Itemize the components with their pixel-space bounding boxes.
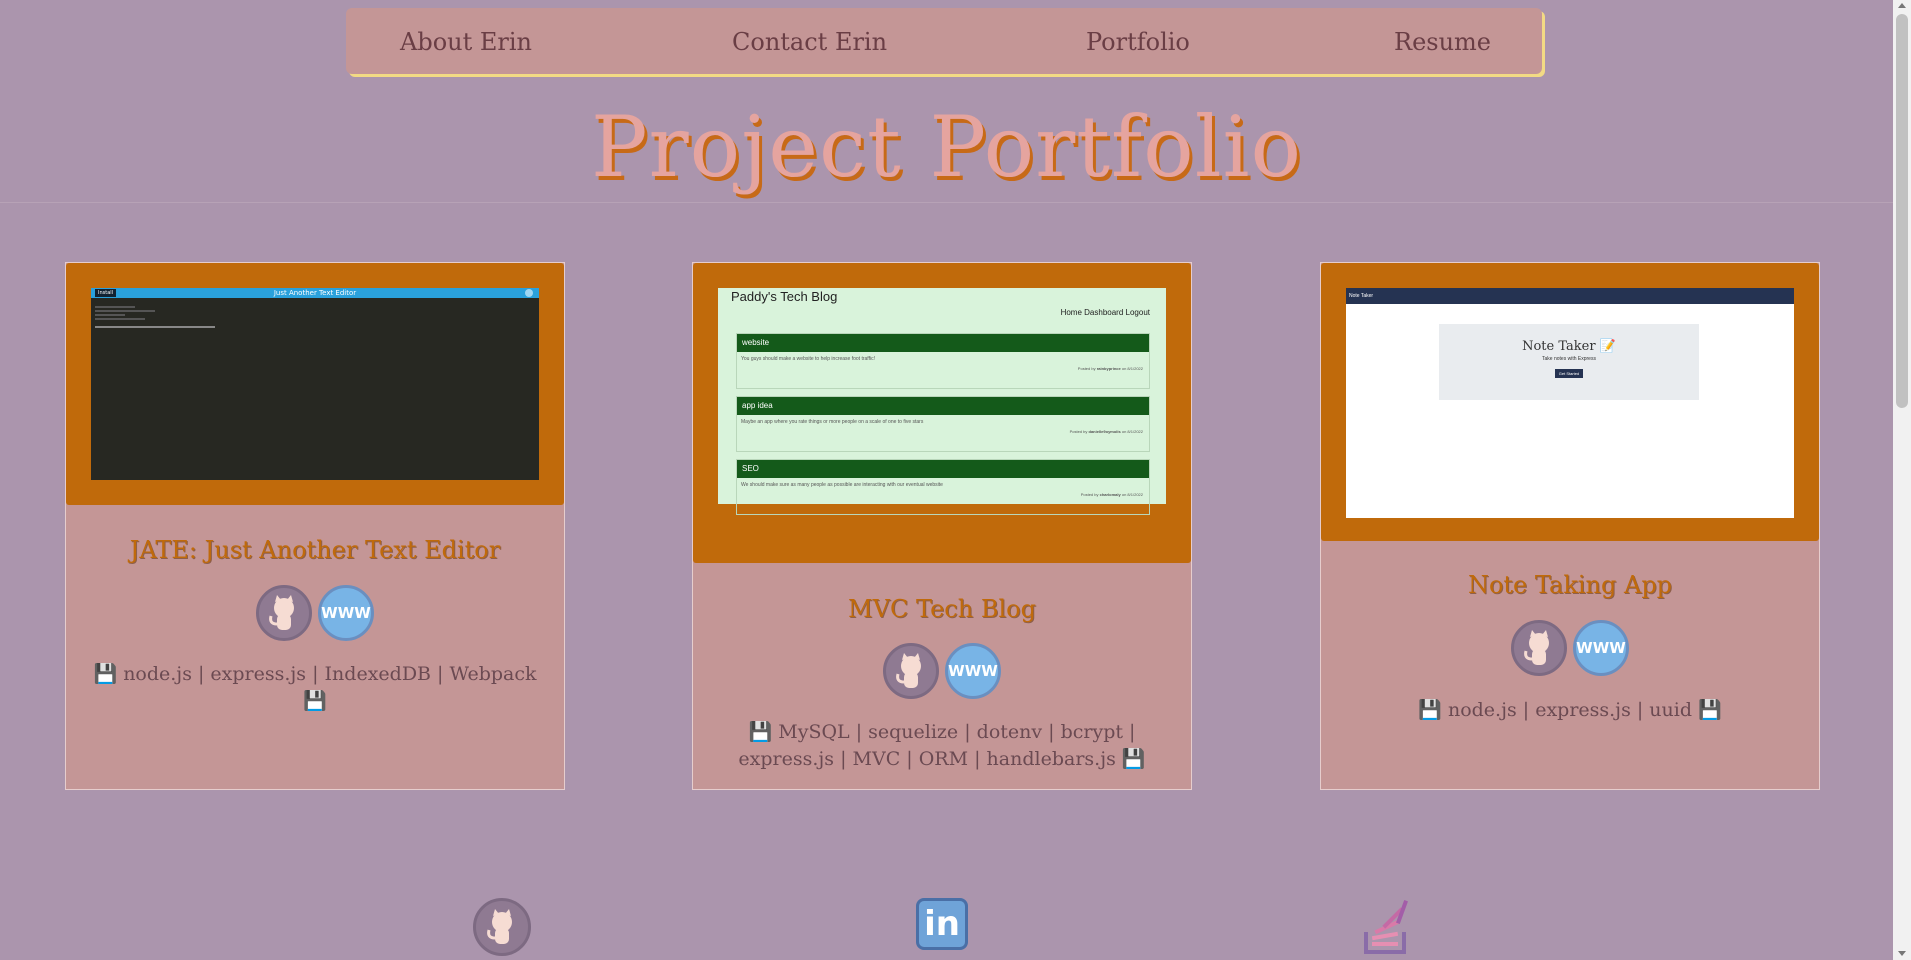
www-globe-icon[interactable]: WWW: [1573, 620, 1629, 676]
post-meta-suffix: on 8/1/2022: [1121, 492, 1143, 497]
scrollbar-up-arrow[interactable]: [1898, 3, 1906, 8]
www-label: WWW: [1576, 639, 1626, 657]
project-links: WWW: [693, 643, 1191, 699]
www-label: WWW: [948, 662, 998, 680]
post-body: Maybe an app where you rate things or mo…: [741, 419, 924, 425]
post-meta-prefix: Posted by: [1080, 492, 1099, 497]
tech-list: MySQL | sequelize | dotenv | bcrypt | ex…: [738, 721, 1136, 770]
screenshot-app-title: Just Another Text Editor: [273, 289, 357, 297]
project-card-tech-blog: Paddy's Tech Blog Home Dashboard Logout …: [692, 262, 1192, 790]
top-nav: About Erin Contact Erin Portfolio Resume: [346, 8, 1542, 74]
post-author: charlomaly: [1099, 492, 1121, 497]
screenshot-brand: Note Taker: [1349, 293, 1374, 299]
screenshot-nav-logout: Logout: [1125, 308, 1150, 317]
screenshot-post: website You guys should make a website t…: [736, 333, 1150, 389]
screenshot-navbar: Note Taker: [1346, 288, 1794, 304]
footer-github-octocat-icon[interactable]: [473, 898, 531, 956]
project-title: MVC Tech Blog: [848, 595, 1036, 623]
floppy-disk-icon: 💾: [1418, 699, 1442, 721]
floppy-disk-icon: 💾: [303, 690, 327, 712]
project-links: WWW: [1321, 620, 1819, 676]
post-meta-suffix: on 8/1/2022: [1121, 366, 1143, 371]
screenshot-titlebar: Install Just Another Text Editor: [91, 288, 539, 298]
post-meta: Posted by charlomaly on 8/1/2022: [737, 492, 1149, 497]
nav-contact[interactable]: Contact Erin: [732, 28, 887, 56]
post-author: danielle9oymolis: [1088, 429, 1121, 434]
floppy-disk-icon: 💾: [93, 663, 118, 685]
scrollbar-down-arrow[interactable]: [1898, 951, 1906, 956]
www-globe-icon[interactable]: WWW: [318, 585, 374, 641]
screenshot-site-title: Paddy's Tech Blog: [731, 289, 838, 304]
screenshot-frame: Install Just Another Text Editor: [66, 263, 564, 505]
screenshot-frame: Paddy's Tech Blog Home Dashboard Logout …: [693, 263, 1191, 563]
post-title: SEO: [737, 460, 1149, 478]
footer-linkedin-icon[interactable]: in: [916, 898, 968, 950]
project-screenshot[interactable]: Install Just Another Text Editor: [91, 288, 539, 480]
floppy-disk-icon: 💾: [1121, 748, 1146, 770]
post-meta-prefix: Posted by: [1077, 366, 1096, 371]
post-title: website: [737, 334, 1149, 352]
post-body: You guys should make a website to help i…: [741, 356, 875, 362]
github-octocat-icon[interactable]: [883, 643, 939, 699]
post-title: app idea: [737, 397, 1149, 415]
floppy-disk-icon: 💾: [748, 721, 773, 743]
tech-stack: 💾 MySQL | sequelize | dotenv | bcrypt | …: [713, 719, 1171, 773]
tech-list: node.js | express.js | uuid: [1447, 699, 1693, 721]
post-meta: Posted by danielle9oymolis on 8/1/2022: [737, 429, 1149, 434]
screenshot-frame: Note Taker Note Taker 📝 Take notes with …: [1321, 263, 1819, 541]
project-title: Note Taking App: [1467, 571, 1673, 599]
www-label: WWW: [321, 604, 371, 622]
tech-stack: 💾 node.js | express.js | IndexedDB | Web…: [86, 661, 544, 715]
screenshot-nav: Home Dashboard Logout: [1061, 308, 1150, 317]
nav-portfolio[interactable]: Portfolio: [1086, 28, 1190, 56]
github-octocat-icon[interactable]: [256, 585, 312, 641]
screenshot-logo-icon: [525, 289, 533, 297]
vertical-scrollbar[interactable]: [1893, 0, 1911, 960]
post-meta-prefix: Posted by: [1069, 429, 1088, 434]
post-body: We should make sure as many people as po…: [741, 482, 943, 488]
screenshot-post: app idea Maybe an app where you rate thi…: [736, 396, 1150, 452]
floppy-disk-icon: 💾: [1698, 699, 1722, 721]
www-globe-icon[interactable]: WWW: [945, 643, 1001, 699]
screenshot-get-started-button: Get Started: [1554, 369, 1584, 378]
screenshot-subheading: Take notes with Express: [1542, 356, 1596, 362]
scrollbar-thumb[interactable]: [1896, 14, 1908, 408]
screenshot-nav-home: Home: [1060, 308, 1082, 317]
screenshot-heading: Note Taker 📝: [1522, 339, 1616, 354]
linkedin-label: in: [924, 904, 960, 944]
tech-stack: 💾 node.js | express.js | uuid 💾: [1341, 697, 1799, 724]
nav-resume[interactable]: Resume: [1394, 28, 1491, 56]
tech-list: node.js | express.js | IndexedDB | Webpa…: [123, 663, 537, 685]
github-octocat-icon[interactable]: [1511, 620, 1567, 676]
hero-banner: Project Portfolio: [0, 82, 1893, 203]
project-screenshot[interactable]: Note Taker Note Taker 📝 Take notes with …: [1346, 288, 1794, 518]
screenshot-jumbotron: Note Taker 📝 Take notes with Express Get…: [1439, 324, 1699, 400]
project-links: WWW: [66, 585, 564, 641]
footer-stackoverflow-icon[interactable]: [1360, 898, 1412, 956]
project-card-jate: Install Just Another Text Editor JATE: J…: [65, 262, 565, 790]
nav-about[interactable]: About Erin: [400, 28, 532, 56]
post-author: rainbyprince: [1096, 366, 1121, 371]
post-meta: Posted by rainbyprince on 8/1/2022: [737, 366, 1149, 371]
page-title: Project Portfolio: [590, 98, 1303, 196]
project-card-note-taker: Note Taker Note Taker 📝 Take notes with …: [1320, 262, 1820, 790]
screenshot-post: SEO We should make sure as many people a…: [736, 459, 1150, 515]
post-meta-suffix: on 8/1/2022: [1121, 429, 1143, 434]
screenshot-nav-dashboard: Dashboard: [1084, 308, 1124, 317]
screenshot-install-button: Install: [95, 289, 117, 297]
project-screenshot[interactable]: Paddy's Tech Blog Home Dashboard Logout …: [718, 288, 1166, 515]
editor-lines: [91, 298, 539, 336]
project-title: JATE: Just Another Text Editor: [129, 536, 501, 564]
